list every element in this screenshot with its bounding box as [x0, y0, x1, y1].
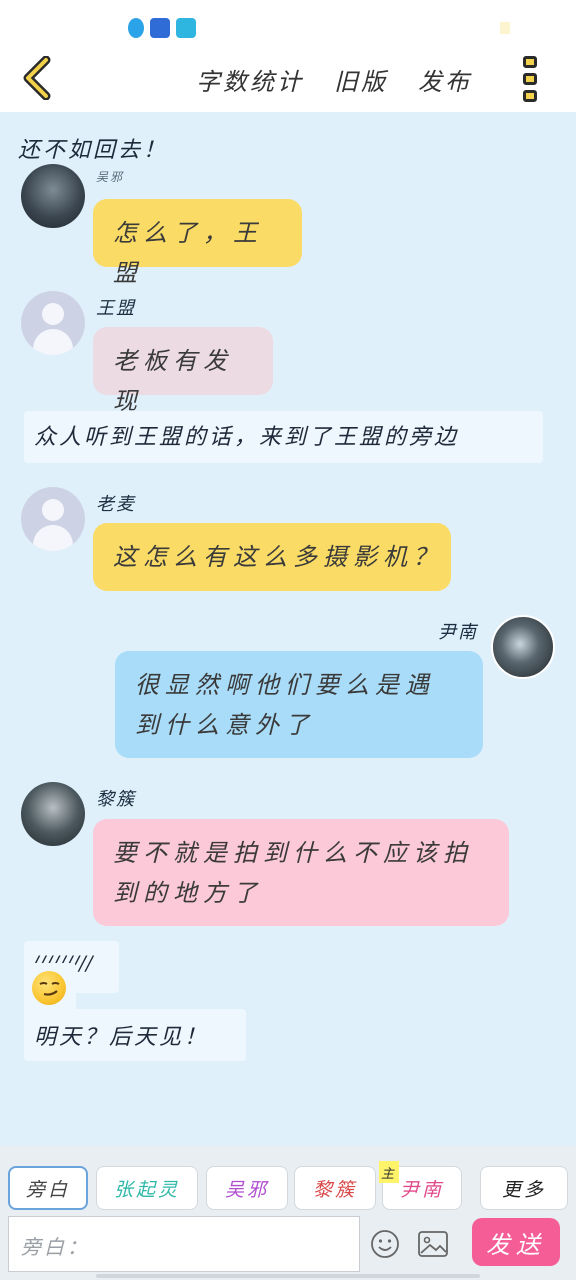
- publish-button[interactable]: 发布: [418, 62, 472, 97]
- avatar[interactable]: [21, 291, 85, 355]
- role-label: 黎簇: [312, 1178, 357, 1201]
- send-label: 发送: [486, 1230, 546, 1259]
- role-selector: 旁白 张起灵 吴邪 黎簇 主 尹南 更多: [0, 1146, 576, 1214]
- protagonist-flag: 主: [379, 1161, 399, 1183]
- back-button[interactable]: [20, 55, 60, 101]
- composer-bar: 旁白： 发送: [0, 1214, 576, 1280]
- message-bubble[interactable]: 怎么了，王盟: [93, 199, 302, 287]
- status-indicator: [500, 22, 510, 34]
- avatar[interactable]: [491, 615, 555, 679]
- role-label: 张起灵: [113, 1178, 180, 1201]
- chevron-left-icon: [23, 55, 51, 101]
- role-label: 吴邪: [224, 1178, 269, 1201]
- nav-actions: 字数统计 旧版 发布: [196, 62, 472, 97]
- message-input[interactable]: 旁白：: [8, 1216, 360, 1272]
- video-icon: [176, 18, 196, 38]
- narration-item: 还不如回去！: [18, 138, 169, 163]
- old-version-button[interactable]: 旧版: [334, 62, 388, 97]
- smiley-icon[interactable]: [370, 1229, 400, 1259]
- sender-name: 老麦: [96, 494, 136, 515]
- narration-item: 众人听到王盟的话，来到了王盟的旁边: [24, 411, 543, 463]
- role-chip-wuxie[interactable]: 吴邪: [206, 1166, 288, 1210]
- role-chip-yinnan[interactable]: 主 尹南: [379, 1161, 462, 1210]
- message-bubble[interactable]: 老板有发现: [93, 327, 273, 415]
- role-label: 更多: [501, 1178, 546, 1201]
- sender-name: 黎簇: [96, 789, 136, 810]
- role-chip-more[interactable]: 更多: [480, 1166, 568, 1210]
- role-chip-narrator[interactable]: 旁白: [8, 1166, 88, 1210]
- avatar[interactable]: [21, 782, 85, 846]
- avatar[interactable]: [21, 164, 85, 228]
- top-navbar: 字数统计 旧版 发布: [0, 46, 576, 112]
- narration-item: 明天？后天见！: [24, 1009, 246, 1061]
- status-bar: [0, 0, 576, 46]
- baidu-icon: [150, 18, 170, 38]
- role-chip-zhangqiling[interactable]: 张起灵: [96, 1166, 198, 1210]
- qq-icon: [128, 18, 144, 38]
- word-count-button[interactable]: 字数统计: [196, 62, 304, 97]
- sender-name: 王盟: [96, 298, 136, 319]
- emoji-message[interactable]: [24, 963, 76, 1015]
- home-indicator: [96, 1274, 480, 1278]
- sender-name: 尹南: [438, 622, 478, 643]
- message-bubble[interactable]: 很显然啊他们要么是遇到什么意外了: [115, 651, 483, 758]
- role-label: 旁白: [25, 1178, 70, 1201]
- more-vertical-icon[interactable]: [519, 56, 541, 102]
- status-icons: [128, 18, 196, 38]
- image-icon[interactable]: [417, 1229, 449, 1259]
- role-chip-licu[interactable]: 黎簇: [294, 1166, 376, 1210]
- message-bubble[interactable]: 这怎么有这么多摄影机？: [93, 523, 451, 591]
- role-label: 尹南: [399, 1178, 444, 1201]
- smirk-emoji-icon: [32, 971, 66, 1005]
- send-button[interactable]: 发送: [472, 1218, 560, 1266]
- avatar[interactable]: [21, 487, 85, 551]
- sender-name: 吴邪: [96, 170, 125, 184]
- message-bubble[interactable]: 要不就是拍到什么不应该拍到的地方了: [93, 819, 509, 926]
- chat-area[interactable]: 还不如回去！ 吴邪 怎么了，王盟 王盟 老板有发现 众人听到王盟的话，来到了王盟…: [0, 112, 576, 1146]
